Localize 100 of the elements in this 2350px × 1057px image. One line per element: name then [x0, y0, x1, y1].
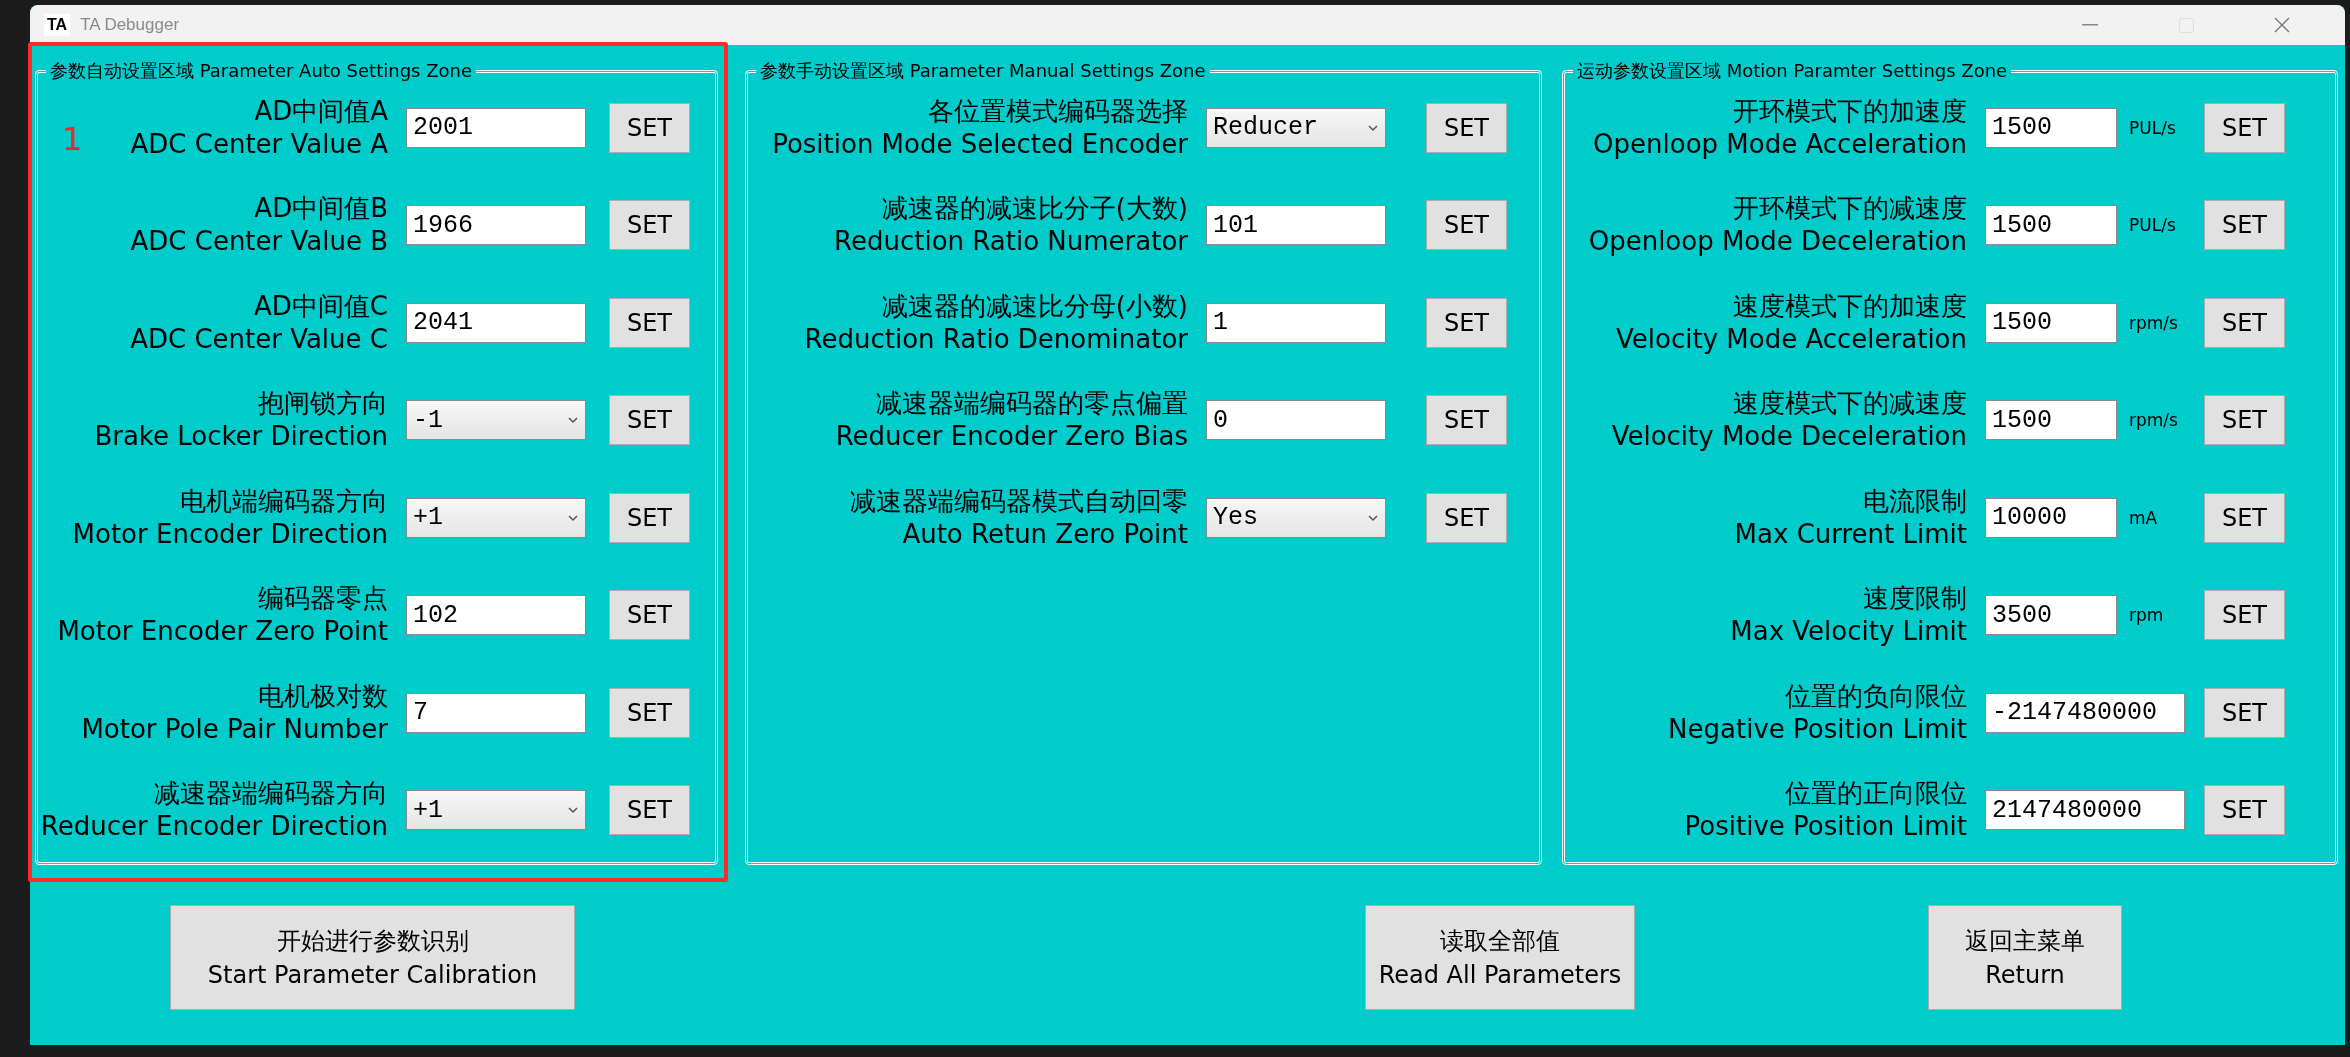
chevron-down-icon	[1367, 513, 1379, 522]
field-label: Velocity Mode Acceleration	[1616, 322, 1967, 356]
set-button[interactable]: SET	[1426, 102, 1507, 153]
set-button[interactable]: SET	[1426, 492, 1507, 543]
field-label: Reduction Ratio Denominator	[804, 322, 1188, 356]
action-button[interactable]: 开始进行参数识别 Start Parameter Calibration	[170, 905, 575, 1010]
field-label: 减速器的减速比分子(大数)	[881, 192, 1188, 226]
group-title: 参数自动设置区域 Parameter Auto Settings Zone	[46, 59, 476, 83]
field-label: AD中间值C	[254, 289, 388, 323]
input-field[interactable]: 2001	[406, 107, 586, 148]
set-button[interactable]: SET	[2204, 492, 2285, 543]
input-field[interactable]: -2147480000	[1985, 692, 2185, 733]
field-label: 减速器的减速比分母(小数)	[881, 289, 1188, 323]
field-label: 速度模式下的减速度	[1733, 387, 1967, 421]
dropdown[interactable]: Yes	[1206, 497, 1386, 538]
field-label: ADC Center Value B	[130, 225, 388, 259]
set-button[interactable]: SET	[609, 395, 690, 446]
input-field[interactable]: 0	[1206, 400, 1386, 441]
field-label: Reduction Ratio Numerator	[834, 225, 1188, 259]
field-label: 位置的负向限位	[1785, 679, 1967, 713]
dropdown[interactable]: -1	[406, 400, 586, 441]
field-label: 减速器端编码器方向	[154, 777, 388, 811]
field-label: Max Velocity Limit	[1730, 615, 1967, 649]
field-label: 减速器端编码器模式自动回零	[850, 484, 1188, 518]
dropdown[interactable]: +1	[406, 790, 586, 831]
set-button[interactable]: SET	[609, 590, 690, 641]
field-label: ADC Center Value C	[130, 322, 388, 356]
set-button[interactable]: SET	[2204, 785, 2285, 836]
input-field[interactable]: 2147480000	[1985, 790, 2185, 831]
field-label: 速度限制	[1863, 582, 1967, 616]
field-label: Motor Pole Pair Number	[81, 712, 388, 746]
input-field[interactable]: 10000	[1985, 497, 2117, 538]
set-button[interactable]: SET	[609, 492, 690, 543]
set-button[interactable]: SET	[1426, 297, 1507, 348]
group-title: 运动参数设置区域 Motion Paramter Settings Zone	[1573, 59, 2012, 83]
unit-label: rpm	[2129, 605, 2164, 626]
set-button[interactable]: SET	[609, 102, 690, 153]
field-label: 开环模式下的减速度	[1733, 192, 1967, 226]
unit-label: rpm/s	[2129, 410, 2178, 431]
unit-label: PUL/s	[2129, 117, 2176, 138]
set-button[interactable]: SET	[609, 297, 690, 348]
field-label: 开环模式下的加速度	[1733, 94, 1967, 128]
set-button[interactable]: SET	[609, 687, 690, 738]
field-label: 编码器零点	[258, 582, 388, 616]
chevron-down-icon	[567, 513, 579, 522]
unit-label: mA	[2129, 507, 2158, 528]
action-button[interactable]: 读取全部值 Read All Parameters	[1365, 905, 1635, 1010]
field-label: Brake Locker Direction	[94, 420, 388, 454]
field-label: Motor Encoder Direction	[72, 517, 388, 551]
group-title: 参数手动设置区域 Parameter Manual Settings Zone	[756, 59, 1210, 83]
field-label: 电机端编码器方向	[180, 484, 388, 518]
field-label: 速度模式下的加速度	[1733, 289, 1967, 323]
field-label: 减速器端编码器的零点偏置	[876, 387, 1188, 421]
window-title: TA Debugger	[80, 15, 181, 35]
field-label: 电机极对数	[258, 679, 388, 713]
set-button[interactable]: SET	[2204, 687, 2285, 738]
field-label: Velocity Mode Deceleration	[1611, 420, 1967, 454]
unit-label: PUL/s	[2129, 215, 2176, 236]
field-label: ADC Center Value A	[130, 127, 388, 161]
input-field[interactable]: 1500	[1985, 302, 2117, 343]
dropdown[interactable]: +1	[406, 497, 586, 538]
app-logo: TA	[44, 14, 71, 36]
field-label: 位置的正向限位	[1785, 777, 1967, 811]
set-button[interactable]: SET	[609, 785, 690, 836]
chevron-down-icon	[567, 806, 579, 815]
field-label: Openloop Mode Deceleration	[1588, 225, 1967, 259]
set-button[interactable]: SET	[2204, 395, 2285, 446]
action-button[interactable]: 返回主菜单 Return	[1928, 905, 2122, 1010]
field-label: Openloop Mode Acceleration	[1593, 127, 1967, 161]
field-label: Negative Position Limit	[1668, 712, 1967, 746]
close-icon	[2274, 17, 2290, 33]
dropdown[interactable]: Reducer	[1206, 107, 1386, 148]
field-label: 各位置模式编码器选择	[928, 94, 1188, 128]
set-button[interactable]: SET	[2204, 297, 2285, 348]
input-field[interactable]: 101	[1206, 205, 1386, 246]
field-label: Auto Retun Zero Point	[902, 517, 1188, 551]
field-label: Motor Encoder Zero Point	[57, 615, 388, 649]
set-button[interactable]: SET	[2204, 102, 2285, 153]
field-label: Reducer Encoder Zero Bias	[835, 420, 1188, 454]
set-button[interactable]: SET	[2204, 200, 2285, 251]
annotation-number: 1	[62, 120, 83, 158]
input-field[interactable]: 102	[406, 595, 586, 636]
unit-label: rpm/s	[2129, 312, 2178, 333]
input-field[interactable]: 7	[406, 692, 586, 733]
input-field[interactable]: 2041	[406, 302, 586, 343]
set-button[interactable]: SET	[609, 200, 690, 251]
set-button[interactable]: SET	[2204, 590, 2285, 641]
set-button[interactable]: SET	[1426, 200, 1507, 251]
input-field[interactable]: 1500	[1985, 205, 2117, 246]
input-field[interactable]: 1500	[1985, 400, 2117, 441]
input-field[interactable]: 1500	[1985, 107, 2117, 148]
field-label: Position Mode Selected Encoder	[772, 127, 1188, 161]
field-label: Positive Position Limit	[1684, 810, 1967, 844]
field-label: AD中间值A	[254, 94, 388, 128]
set-button[interactable]: SET	[1426, 395, 1507, 446]
chevron-down-icon	[567, 416, 579, 425]
chevron-down-icon	[1367, 123, 1379, 132]
input-field[interactable]: 1966	[406, 205, 586, 246]
input-field[interactable]: 1	[1206, 302, 1386, 343]
input-field[interactable]: 3500	[1985, 595, 2117, 636]
